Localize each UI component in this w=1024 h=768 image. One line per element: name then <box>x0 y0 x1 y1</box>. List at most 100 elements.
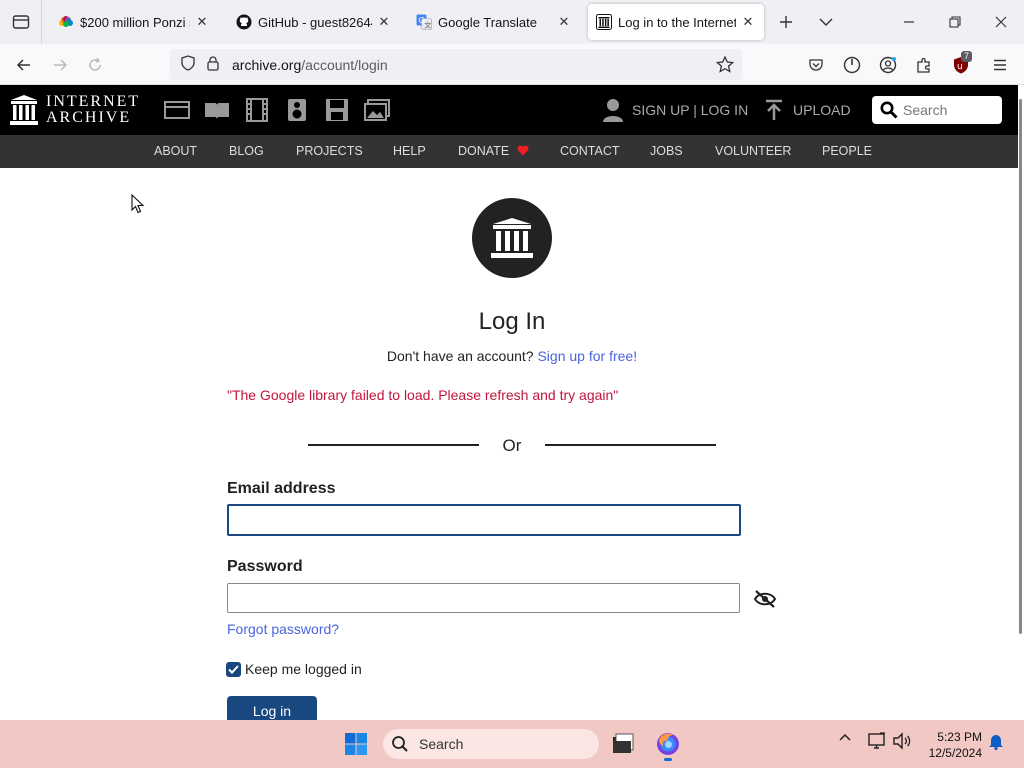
upload-link[interactable]: UPLOAD <box>764 85 851 135</box>
ublock-button[interactable]: u 7 <box>946 50 976 80</box>
close-window-button[interactable] <box>986 0 1016 44</box>
file-explorer-icon <box>613 733 634 753</box>
browser-nav-bar: archive.org/account/login u 7 <box>0 44 1024 85</box>
tab-google-translate[interactable]: G文 Google Translate ✕ <box>408 4 580 40</box>
password-field[interactable] <box>227 583 740 613</box>
lock-icon[interactable] <box>206 55 220 74</box>
ia-search-box[interactable]: Search <box>872 96 1002 124</box>
divider-right <box>545 444 716 446</box>
email-field[interactable] <box>227 504 741 536</box>
tab-title: Google Translate <box>438 14 538 30</box>
password-label: Password <box>227 558 303 575</box>
mouse-pointer-icon <box>131 193 145 219</box>
scrollbar-thumb[interactable] <box>1019 99 1022 634</box>
nav-donate[interactable]: DONATE <box>458 135 529 168</box>
address-bar[interactable]: archive.org/account/login <box>170 49 742 80</box>
ia-logo-link[interactable]: INTERNET ARCHIVE <box>10 94 140 126</box>
nav-blog[interactable]: BLOG <box>229 135 264 168</box>
minimize-button[interactable] <box>894 0 924 44</box>
nav-people[interactable]: PEOPLE <box>822 135 872 168</box>
browser-tab-bar: $200 million Ponzi sche ✕ GitHub - guest… <box>0 0 1024 44</box>
close-tab-icon[interactable]: ✕ <box>740 14 756 30</box>
nav-about[interactable]: ABOUT <box>154 135 197 168</box>
images-icon[interactable] <box>363 97 391 123</box>
user-icon <box>603 99 623 122</box>
ia-search-placeholder: Search <box>903 102 948 118</box>
reload-icon <box>89 57 101 71</box>
close-tab-icon[interactable]: ✕ <box>194 14 210 30</box>
start-button[interactable] <box>340 728 372 760</box>
forgot-password-link[interactable]: Forgot password? <box>227 621 339 637</box>
hamburger-menu-icon <box>994 59 1006 71</box>
tab-github[interactable]: GitHub - guest82644/s ✕ <box>228 4 400 40</box>
tab-internet-archive-login[interactable]: Log in to the Internet A ✕ <box>588 4 764 40</box>
github-icon <box>236 14 252 30</box>
shield-icon[interactable] <box>180 55 196 74</box>
extensions-button[interactable] <box>909 50 939 80</box>
tab-ponzi[interactable]: $200 million Ponzi sche ✕ <box>50 4 218 40</box>
back-button[interactable] <box>9 50 39 80</box>
tab-list-icon <box>12 15 29 29</box>
taskbar-app-files[interactable] <box>607 728 639 760</box>
ia-logo-badge <box>472 198 552 278</box>
forward-button[interactable] <box>45 50 75 80</box>
pocket-button[interactable] <box>801 50 831 80</box>
menu-button[interactable] <box>985 50 1015 80</box>
taskbar-app-firefox[interactable] <box>652 728 684 761</box>
timer-icon <box>843 56 861 74</box>
url-text[interactable]: archive.org/account/login <box>232 57 388 73</box>
close-tab-icon[interactable]: ✕ <box>376 14 392 30</box>
restore-button[interactable] <box>940 0 970 44</box>
nav-projects[interactable]: PROJECTS <box>296 135 363 168</box>
system-clock[interactable]: 5:23 PM 12/5/2024 <box>920 729 982 761</box>
taskbar-search-box[interactable]: Search <box>383 729 599 759</box>
keep-logged-in-label: Keep me logged in <box>245 661 362 677</box>
list-all-tabs-button[interactable] <box>812 0 840 44</box>
new-tab-button[interactable] <box>772 0 800 44</box>
divider-left <box>308 444 479 446</box>
keep-logged-in-checkbox[interactable] <box>226 661 241 677</box>
close-icon <box>995 16 1007 28</box>
reload-button[interactable] <box>80 50 110 80</box>
tab-list-button[interactable] <box>0 0 42 44</box>
show-hidden-icons-button[interactable] <box>838 732 852 742</box>
arrow-left-icon <box>16 59 30 71</box>
account-link[interactable]: SIGN UP | LOG IN <box>602 85 748 135</box>
account-button[interactable] <box>873 50 903 80</box>
internet-archive-icon <box>596 14 612 30</box>
nav-help[interactable]: HELP <box>393 135 426 168</box>
ia-logo-icon <box>10 95 38 125</box>
network-icon[interactable] <box>867 732 887 750</box>
url-host: archive.org <box>232 56 302 73</box>
email-label: Email address <box>227 480 336 497</box>
minimize-icon <box>904 21 914 23</box>
url-path: /account/login <box>301 56 388 73</box>
timer-button[interactable] <box>837 50 867 80</box>
nav-jobs[interactable]: JOBS <box>650 135 683 168</box>
log-in-button[interactable]: Log in <box>227 696 317 720</box>
web-icon[interactable] <box>163 97 191 123</box>
keep-logged-in-row[interactable]: Keep me logged in <box>226 661 362 677</box>
close-tab-icon[interactable]: ✕ <box>556 14 572 30</box>
audio-icon[interactable] <box>283 97 311 123</box>
restore-icon <box>949 16 961 28</box>
search-icon <box>880 101 898 119</box>
bookmark-star-icon[interactable] <box>715 55 735 76</box>
notifications-bell-icon[interactable] <box>988 732 1004 750</box>
page-scrollbar[interactable] <box>1018 85 1024 720</box>
login-page: Log In Don't have an account? Sign up fo… <box>0 168 1018 720</box>
extension-badge: 7 <box>961 51 973 62</box>
clock-date: 12/5/2024 <box>928 746 982 760</box>
show-password-icon[interactable] <box>753 589 777 609</box>
nav-volunteer[interactable]: VOLUNTEER <box>715 135 791 168</box>
nav-contact[interactable]: CONTACT <box>560 135 620 168</box>
texts-icon[interactable] <box>203 97 231 123</box>
windows-logo-icon <box>345 733 367 755</box>
video-icon[interactable] <box>243 97 271 123</box>
ia-top-nav: INTERNET ARCHIVE SIGN UP | LOG IN UPLOAD… <box>0 85 1024 135</box>
sign-up-log-in-label: SIGN UP | LOG IN <box>632 102 749 118</box>
sign-up-link[interactable]: Sign up for free! <box>537 348 637 364</box>
software-icon[interactable] <box>323 97 351 123</box>
volume-icon[interactable] <box>892 732 912 750</box>
pocket-icon <box>809 59 823 71</box>
